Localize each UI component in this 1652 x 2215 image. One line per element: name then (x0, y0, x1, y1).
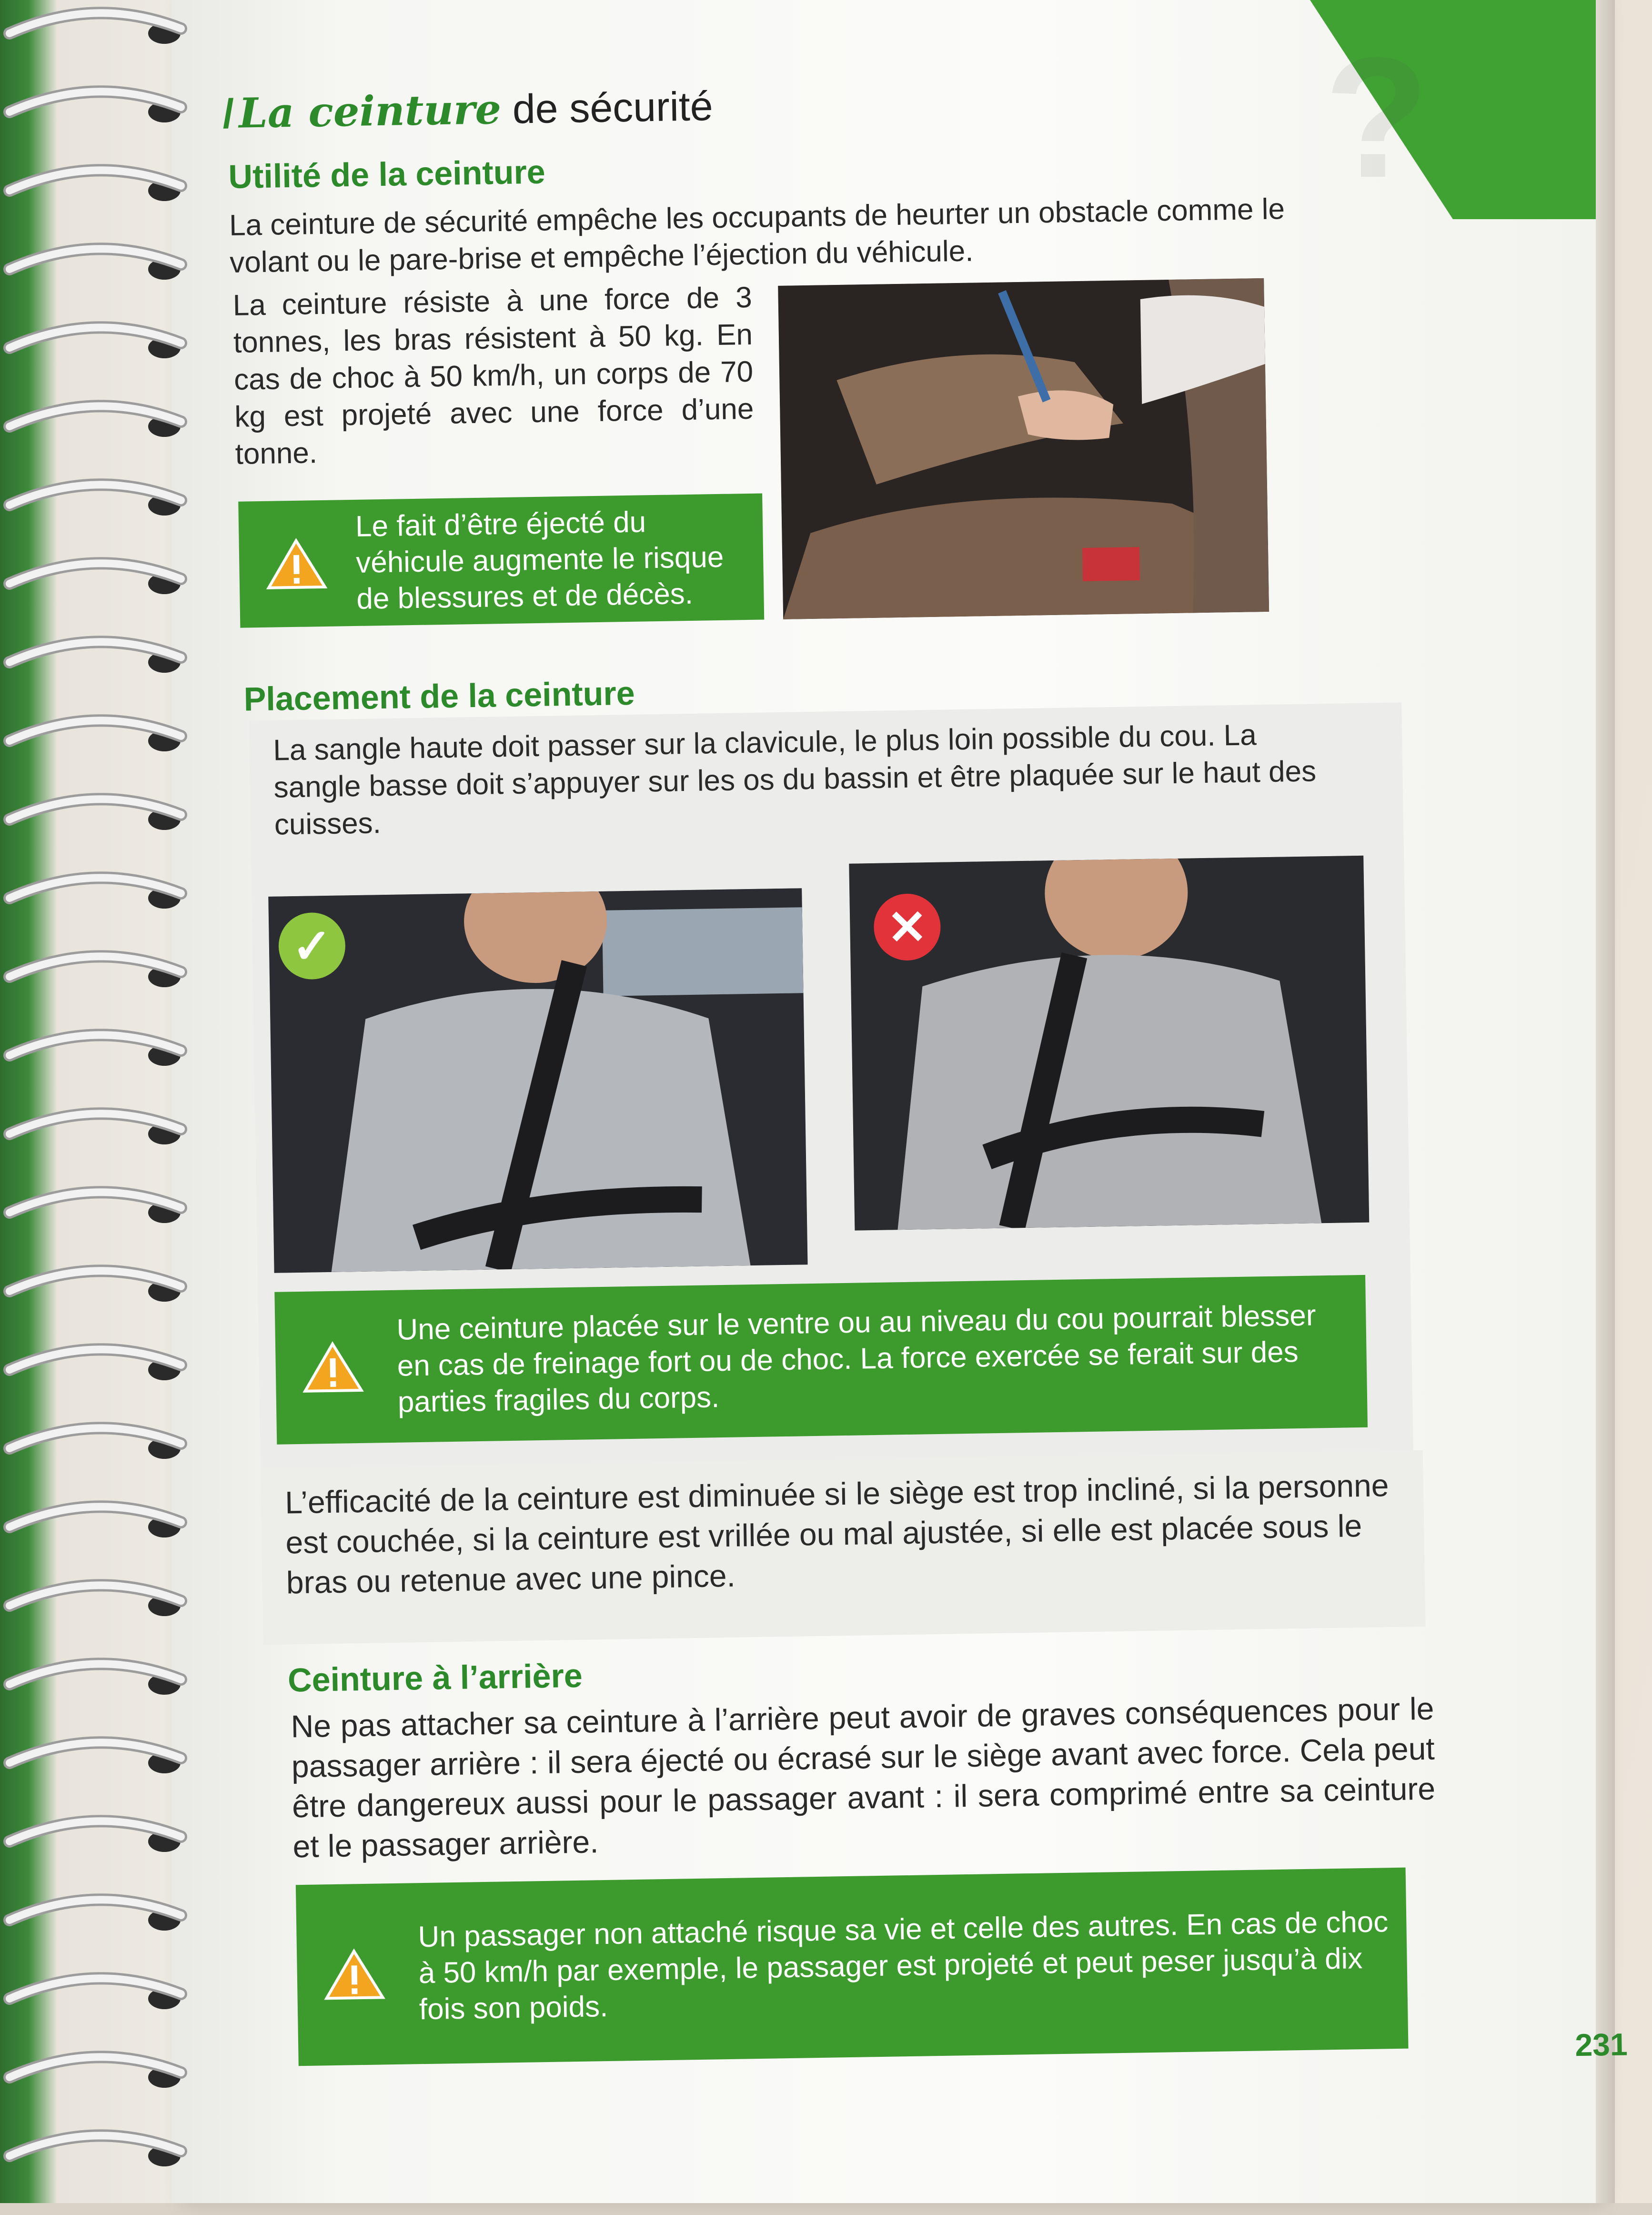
spiral-ring (3, 321, 187, 358)
warning-triangle-icon (265, 537, 328, 590)
spiral-ring (3, 478, 187, 516)
spiral-ring (3, 1893, 187, 1931)
utilite-intro: La ceinture de sécurité empêche les occu… (229, 192, 1285, 279)
warning-box-arriere: Un passager non attaché risque sa vie et… (295, 1867, 1409, 2066)
spiral-ring (3, 1186, 187, 1223)
warning-triangle-icon (323, 1948, 386, 2001)
heading-placement: Placement de la ceinture (243, 674, 635, 718)
spiral-ring (3, 1029, 187, 1066)
spiral-ring (3, 950, 187, 987)
heading-arriere: Ceinture à l’arrière (287, 1657, 583, 1699)
warning-box-ejection: Le fait d’être éjecté du véhicule augmen… (238, 493, 765, 628)
section-title: /La ceinture de sécurité (222, 82, 714, 138)
warning-box-placement: Une ceinture placée sur le ventre ou au … (274, 1274, 1368, 1445)
spiral-ring (3, 793, 187, 830)
spiral-ring (3, 636, 187, 673)
photo-correct-placement: ✓ (268, 888, 808, 1273)
spiral-ring (3, 1972, 187, 2009)
spiral-ring (3, 2129, 187, 2166)
spiral-ring (3, 1658, 187, 1695)
utilite-force-text: La ceinture résiste à une force de 3 ton… (232, 281, 754, 471)
page-number: 231 (1574, 2026, 1628, 2063)
spiral-ring (3, 1500, 187, 1537)
spiral-ring (3, 7, 187, 44)
spiral-ring (3, 1579, 187, 1616)
spiral-ring (3, 714, 187, 751)
arriere-text: Ne pas attacher sa ceinture à l’arrière … (291, 1690, 1436, 1864)
warning-text: Le fait d’être éjecté du véhicule augmen… (355, 505, 724, 616)
title-script: La ceinture (238, 85, 502, 138)
warning-triangle-icon (302, 1341, 364, 1394)
book-page: ? /La ceinture de sécurité Utilité de la… (171, 0, 1628, 2203)
photo-buckling-seatbelt (778, 278, 1269, 619)
spiral-ring (3, 85, 187, 122)
photo-wrong-placement: ✕ (849, 855, 1370, 1231)
spiral-ring (3, 1422, 187, 1459)
spiral-ring (3, 1736, 187, 1773)
spiral-ring (3, 2051, 187, 2088)
title-rest: de sécurité (512, 83, 714, 132)
spiral-ring (3, 557, 187, 594)
spiral-ring (3, 1107, 187, 1144)
spiral-ring (3, 243, 187, 280)
spiral-ring (3, 164, 187, 201)
spiral-ring (3, 1815, 187, 1852)
placement-text: La sangle haute doit passer sur la clavi… (272, 718, 1317, 841)
heading-utilite: Utilité de la ceinture (228, 153, 546, 196)
efficacite-text: L’efficacité de la ceinture est diminuée… (284, 1467, 1389, 1600)
spiral-ring (3, 871, 187, 909)
spiral-ring (3, 1343, 187, 1380)
page-content: /La ceinture de sécurité Utilité de la c… (154, 0, 1628, 2215)
warning-text: Une ceinture placée sur le ventre ou au … (396, 1299, 1316, 1419)
spiral-binding (3, 7, 187, 2166)
warning-text: Un passager non attaché risque sa vie et… (418, 1905, 1389, 2026)
spiral-ring (3, 1264, 187, 1302)
spiral-ring (3, 400, 187, 437)
